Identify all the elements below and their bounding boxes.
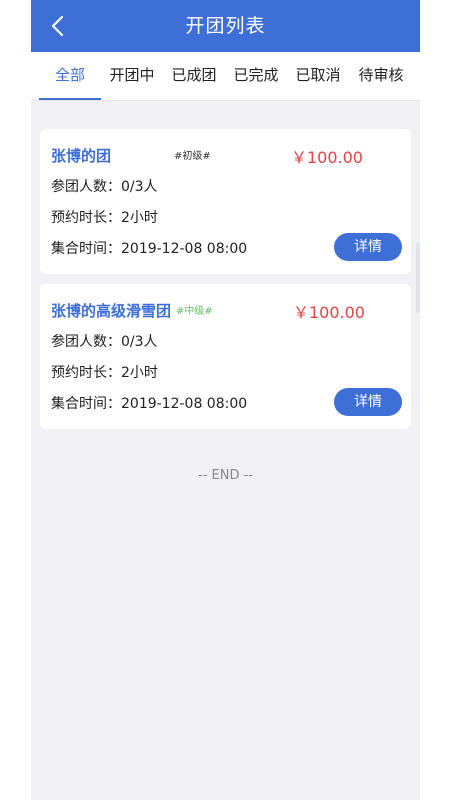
level-tag: #中级#: [176, 306, 213, 317]
app-screen: 开团列表 全部 开团中 已成团 已完成 已取消 待审核 张博的团 #初级# ￥1…: [31, 0, 420, 800]
price: ￥100.00: [291, 148, 363, 167]
level-tag: #初级#: [174, 151, 211, 162]
active-tab-indicator: [39, 98, 101, 100]
booking-duration: 预约时长：2小时: [51, 210, 158, 226]
page-title: 开团列表: [185, 15, 266, 37]
list-end-indicator: -- END --: [198, 468, 253, 483]
group-card[interactable]: 张博的团 #初级# ￥100.00 参团人数：0/3人 预约时长：2小时 集合时…: [40, 129, 411, 274]
tab-pending-review[interactable]: 待审核: [349, 52, 413, 100]
member-count: 参团人数：0/3人: [51, 179, 158, 195]
price: ￥100.00: [293, 303, 365, 322]
group-title: 张博的团: [51, 147, 112, 165]
group-card[interactable]: 张博的高级滑雪团 #中级# ￥100.00 参团人数：0/3人 预约时长：2小时…: [40, 284, 411, 429]
tab-completed[interactable]: 已完成: [225, 52, 287, 100]
tab-all[interactable]: 全部: [39, 52, 101, 100]
tab-formed[interactable]: 已成团: [163, 52, 225, 100]
group-title: 张博的高级滑雪团: [51, 302, 172, 320]
scrollbar-thumb[interactable]: [416, 243, 420, 313]
detail-button[interactable]: 详情: [334, 388, 402, 416]
meeting-time: 集合时间：2019-12-08 08:00: [51, 241, 248, 257]
member-count: 参团人数：0/3人: [51, 334, 158, 350]
meeting-time: 集合时间：2019-12-08 08:00: [51, 396, 248, 412]
booking-duration: 预约时长：2小时: [51, 365, 158, 381]
status-tabs: 全部 开团中 已成团 已完成 已取消 待审核: [31, 52, 420, 101]
top-navigation-bar: 开团列表: [31, 0, 420, 52]
tab-cancelled[interactable]: 已取消: [287, 52, 349, 100]
tab-recruiting[interactable]: 开团中: [101, 52, 163, 100]
detail-button[interactable]: 详情: [334, 233, 402, 261]
